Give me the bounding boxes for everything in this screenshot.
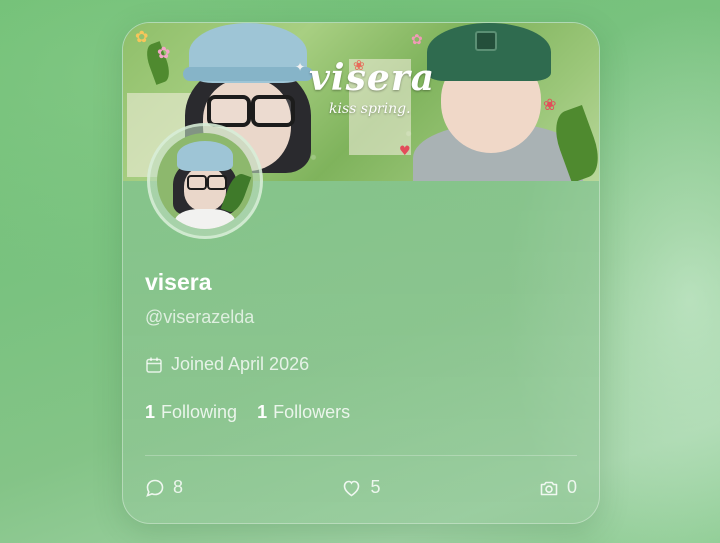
joined-label: Joined April 2026 <box>171 354 310 374</box>
likes-count: 5 <box>370 477 381 497</box>
banner-person-left-hat-brim <box>183 67 313 81</box>
banner-title: visera <box>309 57 436 99</box>
flower-icon: ✿ <box>135 27 149 46</box>
calendar-icon <box>145 356 163 374</box>
following-label: Following <box>161 402 238 422</box>
divider <box>145 455 577 456</box>
likes-button[interactable]: 5 <box>341 477 381 498</box>
avatar-glasses-lens <box>187 175 207 190</box>
followers-label: Followers <box>273 402 351 422</box>
photos-count: 0 <box>566 477 577 497</box>
comments-button[interactable]: 8 <box>145 477 183 498</box>
action-bar: 8 5 0 <box>145 477 577 498</box>
banner-subtitle: kiss spring. <box>329 101 411 117</box>
following-link[interactable]: 1 Following <box>145 402 237 423</box>
tulip-icon: ❀ <box>543 95 557 114</box>
follow-stats: 1 Following 1 Followers <box>145 402 350 423</box>
followers-link[interactable]: 1 Followers <box>257 402 350 423</box>
followers-count: 1 <box>257 402 268 422</box>
banner-glasses-lens <box>207 95 251 127</box>
photos-button[interactable]: 0 <box>539 477 577 498</box>
flower-icon: ✿ <box>411 32 423 48</box>
comment-icon <box>145 478 165 498</box>
avatar-glasses-lens <box>207 175 227 190</box>
username-handle: @viserazelda <box>145 307 255 327</box>
flower-icon: ✿ <box>157 43 171 62</box>
heart-decoration-icon: ♥ <box>399 144 411 159</box>
profile-card: ✿ ✿ ✿ ❀ ❀ ♥ ✦ visera kiss spring. visera… <box>122 22 600 524</box>
comments-count: 8 <box>173 477 184 497</box>
following-count: 1 <box>145 402 156 422</box>
avatar-hat <box>177 141 233 171</box>
avatar-shirt <box>175 209 235 229</box>
sparkle-icon: ✦ <box>295 60 306 74</box>
joined-date: Joined April 2026 <box>145 354 309 375</box>
avatar[interactable] <box>157 133 253 229</box>
heart-icon <box>341 478 362 498</box>
display-name: visera <box>145 269 212 295</box>
beanie-patch <box>475 31 497 51</box>
banner-glasses-lens <box>251 95 295 127</box>
camera-icon <box>539 479 559 497</box>
